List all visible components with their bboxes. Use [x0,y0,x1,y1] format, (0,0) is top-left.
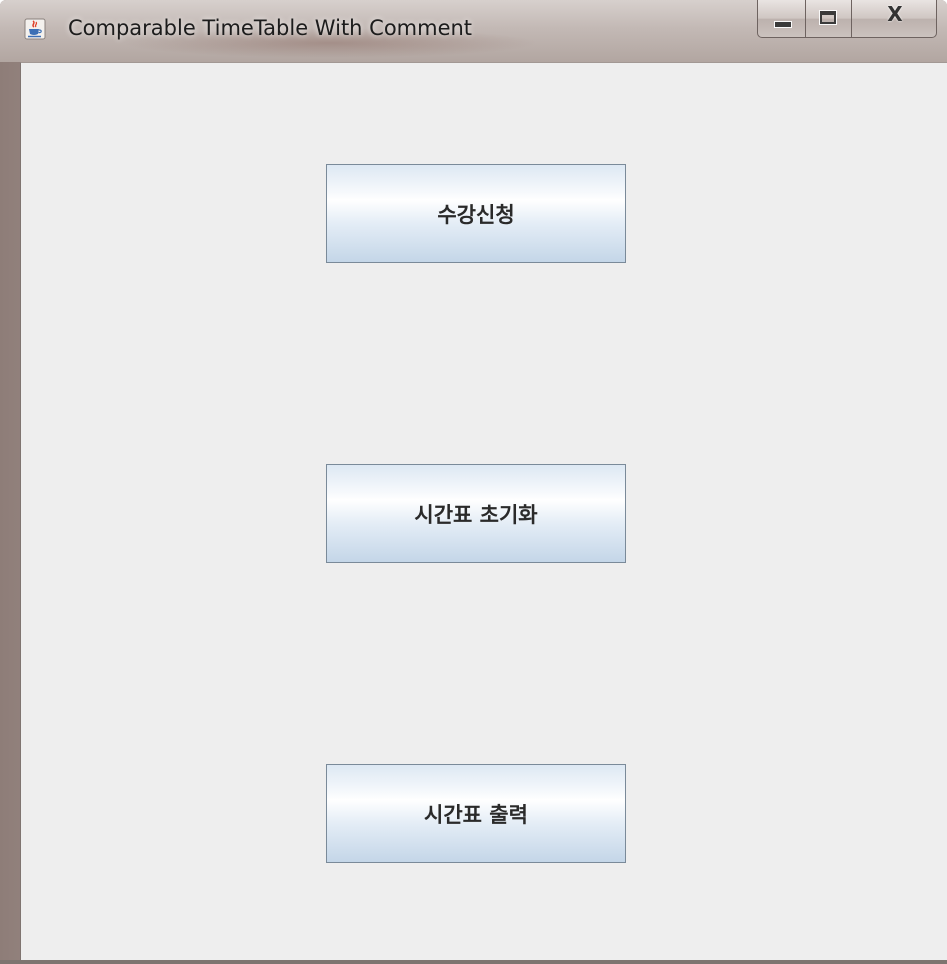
window-title: Comparable TimeTable With Comment [68,16,473,40]
java-coffee-cup-icon[interactable] [24,18,46,40]
close-icon: X [887,2,903,26]
title-bar[interactable]: Comparable TimeTable With Comment X [0,0,947,62]
application-window: Comparable TimeTable With Comment X 수강신청… [0,0,947,964]
course-registration-button[interactable]: 수강신청 [326,164,626,263]
minimize-icon [774,21,792,28]
maximize-button[interactable] [805,0,851,38]
caption-buttons: X [757,0,937,38]
reset-timetable-button[interactable]: 시간표 초기화 [326,464,626,563]
close-button[interactable]: X [851,0,937,38]
maximize-icon [819,10,837,25]
print-timetable-button[interactable]: 시간표 출력 [326,764,626,863]
window-bottom-border [0,960,947,964]
minimize-button[interactable] [757,0,805,38]
